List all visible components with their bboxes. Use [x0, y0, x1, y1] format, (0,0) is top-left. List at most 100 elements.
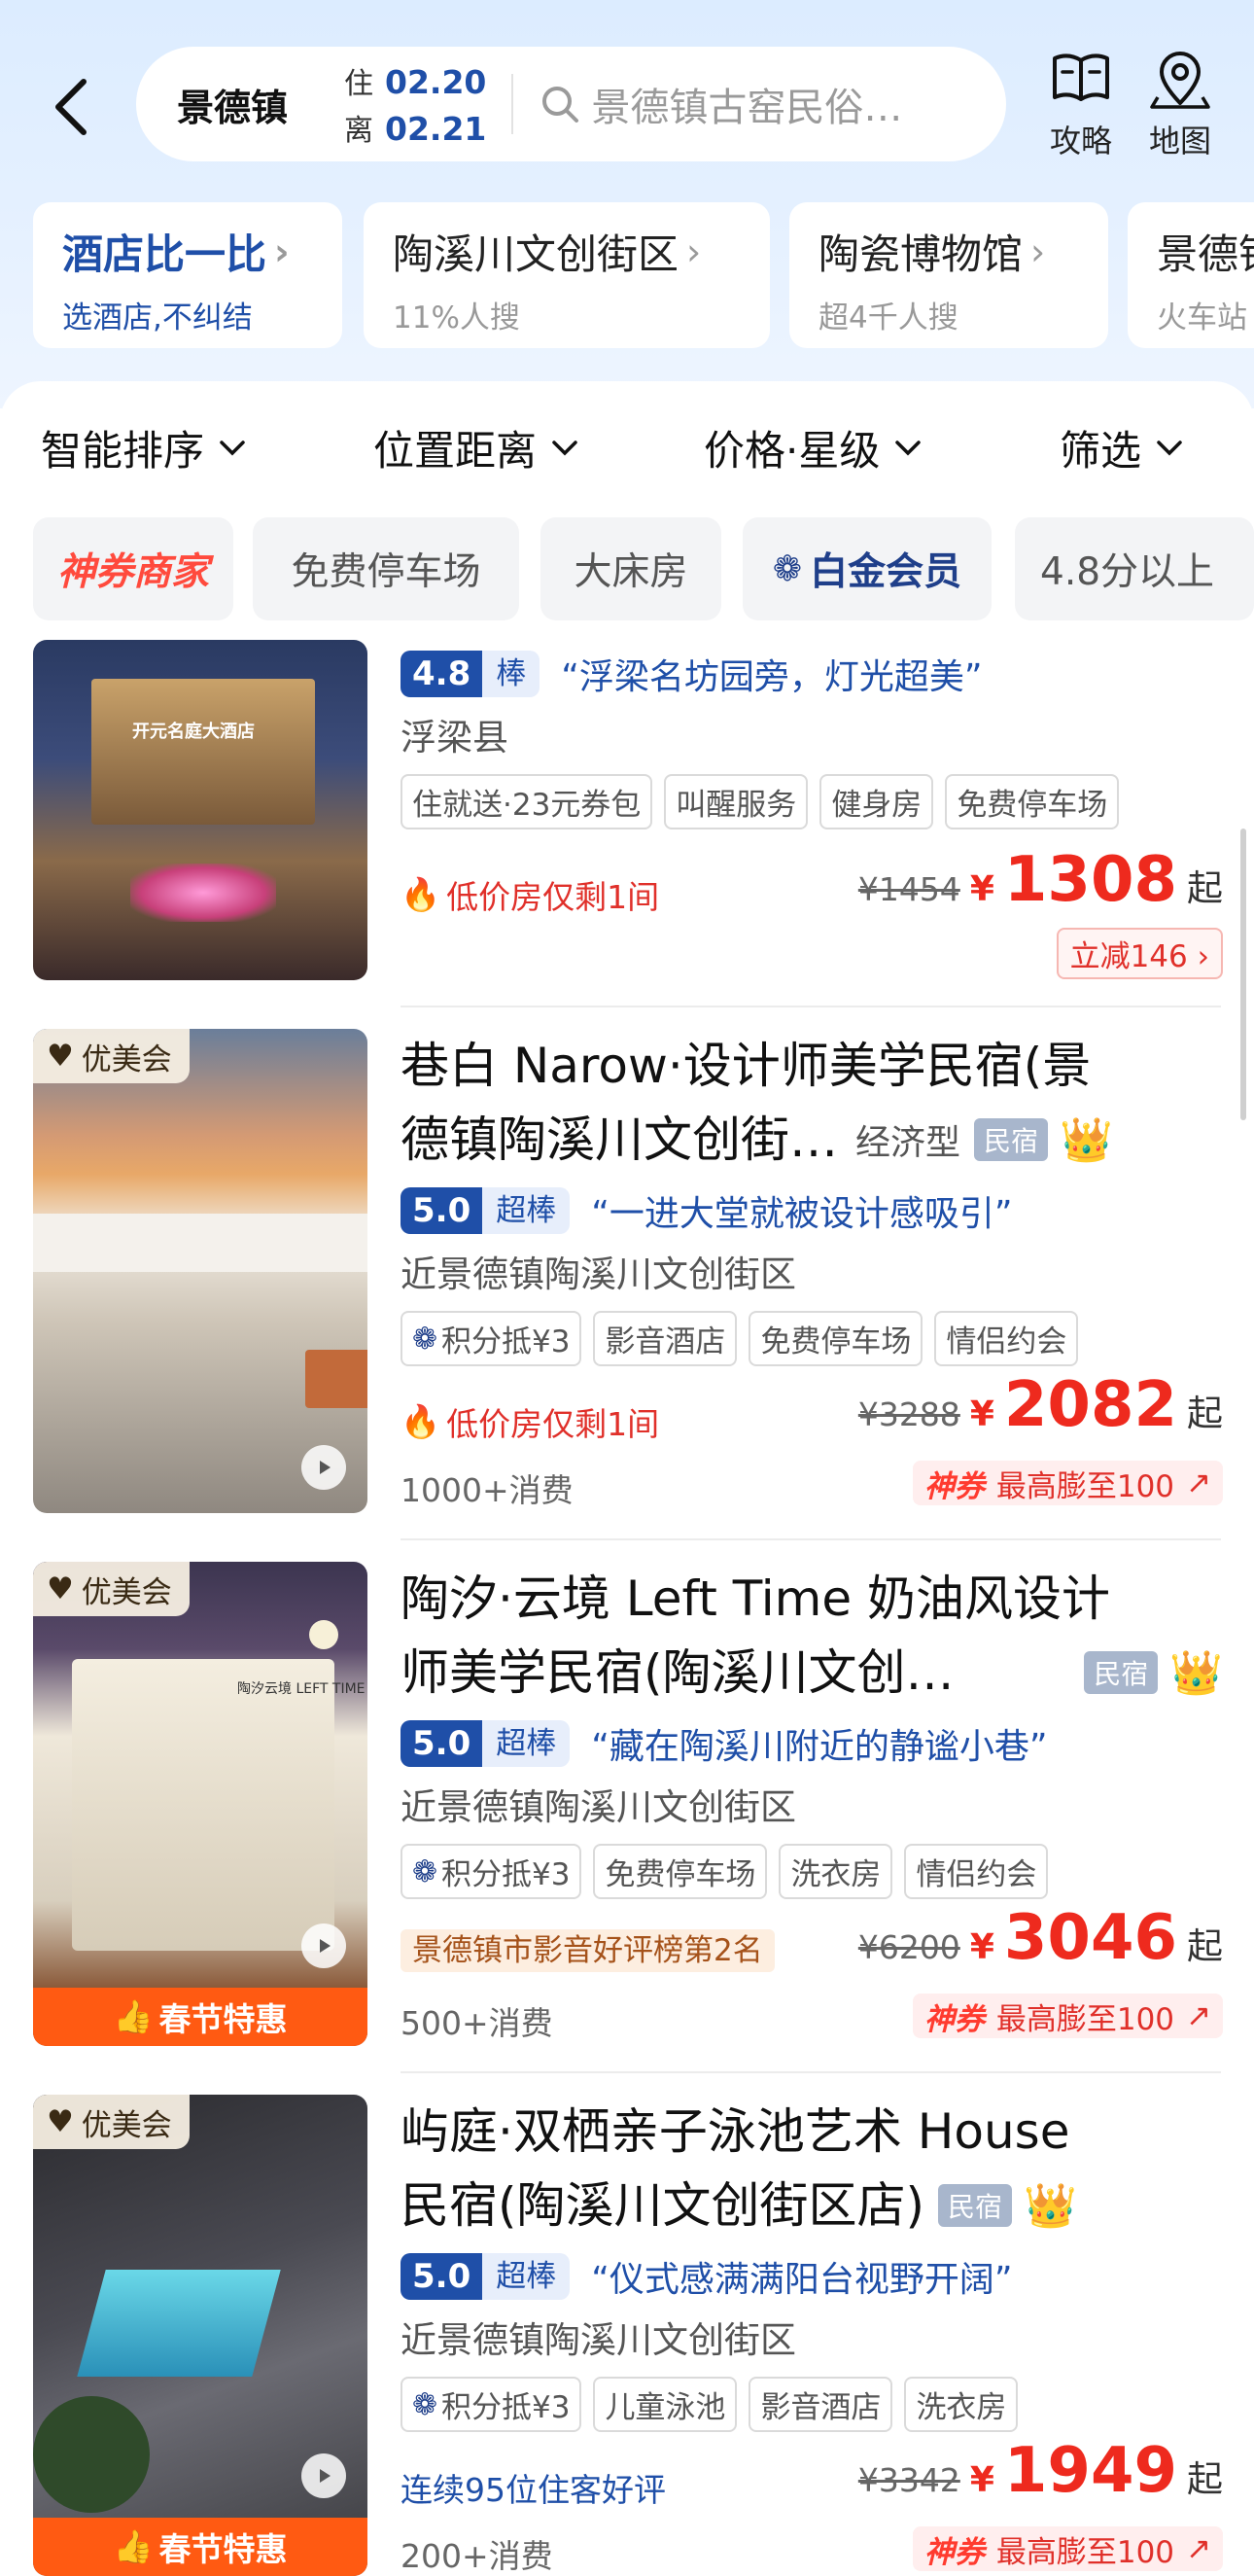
divider — [401, 2071, 1221, 2073]
date-selector[interactable]: 住 02.20 离 02.21 — [344, 59, 486, 149]
tag: 儿童泳池 — [593, 2377, 738, 2432]
youmeihui-badge: ♥ 优美会 — [33, 2095, 190, 2149]
lotus-icon: ❁ — [772, 548, 803, 589]
hotel-image[interactable]: 陶汐云境 LEFT TIME ♥ 优美会 👍 春节特惠 — [33, 1562, 367, 2046]
shenquan-promo[interactable]: 神券 最高膨至100 ↗ — [912, 2526, 1223, 2571]
villa-facade — [72, 1659, 334, 1951]
heart-diamond-icon: ♥ — [47, 1039, 74, 1074]
hotel-name-line2[interactable]: 师美学民宿(陶溪川文创… — [401, 1636, 955, 1710]
tag-list: ❁ 积分抵¥3 免费停车场 洗衣房 情侣约会 — [401, 1844, 1223, 1899]
hotel-name[interactable]: 巷白 Narow·设计师美学民宿(景 — [401, 1029, 1223, 1103]
city-selector[interactable]: 景德镇 — [177, 78, 303, 131]
sort-distance[interactable]: 位置距离 — [373, 418, 579, 477]
ranking-badge[interactable]: 景德镇市影音好评榜第2名 — [401, 1929, 775, 1972]
price-suffix: 起 — [1187, 1393, 1223, 1434]
filter-shenquan[interactable]: 神券商家 — [33, 517, 233, 620]
tag: 免费停车场 — [749, 1311, 923, 1366]
arrow-up-icon: ↗ — [1186, 1465, 1211, 1500]
filter-rating-48[interactable]: 4.8分以上 — [1015, 517, 1254, 620]
shenquan-label: 神券 — [923, 2534, 985, 2570]
chevron-down-icon — [895, 440, 922, 455]
play-icon — [320, 1461, 331, 1474]
consumption-count: 500+消费 — [401, 2004, 553, 2042]
hotel-image[interactable]: ♥ 优美会 👍 春节特惠 — [33, 2095, 367, 2576]
spring-festival-banner: 👍 春节特惠 — [33, 2518, 367, 2576]
chip-taoxichuan[interactable]: 陶溪川文创街区 › 11%人搜 — [364, 202, 770, 348]
checkin-label: 住 — [344, 67, 373, 101]
hotel-image[interactable]: 开元名庭大酒店 — [33, 640, 367, 980]
hotel-name[interactable]: 陶汐·云境 Left Time 奶油风设计 — [401, 1562, 1223, 1636]
hotel-name-line2[interactable]: 民宿(陶溪川文创街区店) — [401, 2169, 924, 2242]
play-icon — [320, 2469, 331, 2483]
search-input[interactable]: 景德镇古窑民俗… — [591, 76, 970, 132]
scrollbar[interactable] — [1240, 829, 1246, 1120]
badge-label: 优美会 — [81, 1574, 172, 1610]
current-price: 1949 — [1003, 2435, 1177, 2507]
play-video-button[interactable] — [301, 2453, 346, 2498]
sort-filter[interactable]: 筛选 — [1060, 418, 1184, 477]
sort-price-star[interactable]: 价格·星级 — [704, 418, 923, 477]
filter-chips: 神券商家 免费停车场 大床房 ❁ 白金会员 4.8分以上 — [33, 517, 1254, 620]
guide-button[interactable]: 攻略 — [1032, 47, 1130, 161]
discount-tag[interactable]: 立减146 › — [1056, 928, 1223, 979]
review-quote: “藏在陶溪川附近的静谧小巷” — [591, 1727, 1048, 1767]
play-icon — [320, 1939, 331, 1953]
filter-platinum[interactable]: ❁ 白金会员 — [743, 517, 992, 620]
shenquan-promo[interactable]: 神券 最高膨至100 ↗ — [912, 1461, 1223, 1505]
tag: 叫醒服务 — [664, 774, 809, 829]
divider — [401, 1006, 1221, 1007]
sort-smart[interactable]: 智能排序 — [41, 418, 247, 477]
hotel-name[interactable]: 屿庭·双栖亲子泳池艺术 House — [401, 2095, 1223, 2169]
lotus-icon: ❁ — [412, 1853, 437, 1889]
hotel-image[interactable]: ♥ 优美会 — [33, 1029, 367, 1513]
chevron-down-icon — [552, 440, 577, 455]
hotel-name-line2[interactable]: 德镇陶溪川文创街… — [401, 1103, 838, 1177]
arrow-up-icon: ↗ — [1186, 1998, 1211, 2033]
low-stock-notice: 🔥 低价房仅剩1间 — [401, 871, 659, 918]
chip-ceramics-museum[interactable]: 陶瓷博物馆 › 超4千人搜 — [789, 202, 1108, 348]
current-price: 1308 — [1003, 844, 1177, 916]
tag-list: ❁ 积分抵¥3 儿童泳池 影音酒店 洗衣房 — [401, 2377, 1223, 2432]
chip-jingdezhen-station[interactable]: 景德镇 火车站 — [1128, 202, 1254, 348]
tag-label: 积分抵¥3 — [440, 2390, 571, 2425]
filter-king-bed[interactable]: 大床房 — [540, 517, 721, 620]
map-button[interactable]: 地图 — [1132, 47, 1229, 161]
minsu-badge: 民宿 — [1084, 1651, 1159, 1694]
currency: ¥ — [969, 2460, 994, 2500]
low-stock-text: 低价房仅剩1间 — [446, 1405, 660, 1443]
chip-compare-hotels[interactable]: 酒店比一比 › 选酒店,不纠结 — [33, 202, 342, 348]
filter-free-parking[interactable]: 免费停车场 — [253, 517, 519, 620]
score-value: 5.0 — [401, 1720, 483, 1767]
tag: ❁ 积分抵¥3 — [401, 2377, 582, 2432]
shenquan-promo[interactable]: 神券 最高膨至100 ↗ — [912, 1994, 1223, 2038]
back-button[interactable] — [45, 68, 103, 146]
map-label: 地图 — [1148, 123, 1211, 159]
flame-icon: 🔥 — [401, 1402, 441, 1440]
tag: 健身房 — [819, 774, 934, 829]
promo-text: 最高膨至100 — [995, 2001, 1175, 2037]
chevron-right-icon: › — [274, 229, 290, 273]
moon — [309, 1620, 338, 1649]
low-stock-text: 低价房仅剩1间 — [446, 878, 660, 916]
tag-label: 积分抵¥3 — [440, 1857, 571, 1892]
tag-list: 住就送·23元券包 叫醒服务 健身房 免费停车场 — [401, 774, 1223, 829]
original-price: ¥6200 — [857, 1928, 960, 1966]
score-label: 棒 — [482, 651, 540, 697]
currency: ¥ — [969, 1394, 994, 1434]
original-price: ¥3342 — [857, 2461, 960, 2499]
review-quote: “一进大堂就被设计感吸引” — [591, 1194, 1013, 1234]
thumbs-up-icon: 👍 — [113, 1997, 154, 2035]
chevron-right-icon: › — [686, 229, 702, 273]
play-video-button[interactable] — [301, 1923, 346, 1968]
map-pin-icon — [1150, 52, 1210, 109]
price-suffix: 起 — [1187, 867, 1223, 909]
location: 浮梁县 — [401, 717, 508, 759]
checkout-label: 离 — [344, 114, 373, 148]
price: ¥6200 ¥ 3046 起 — [858, 1902, 1223, 1974]
wood-chair — [305, 1350, 367, 1408]
promo-text: 最高膨至100 — [995, 1468, 1175, 1504]
original-price: ¥3288 — [857, 1395, 960, 1433]
search-bar[interactable]: 景德镇 住 02.20 离 02.21 景德镇古窑民俗… — [136, 47, 1006, 161]
price: ¥1454 ¥ 1308 起 — [858, 844, 1223, 916]
play-video-button[interactable] — [301, 1445, 346, 1490]
